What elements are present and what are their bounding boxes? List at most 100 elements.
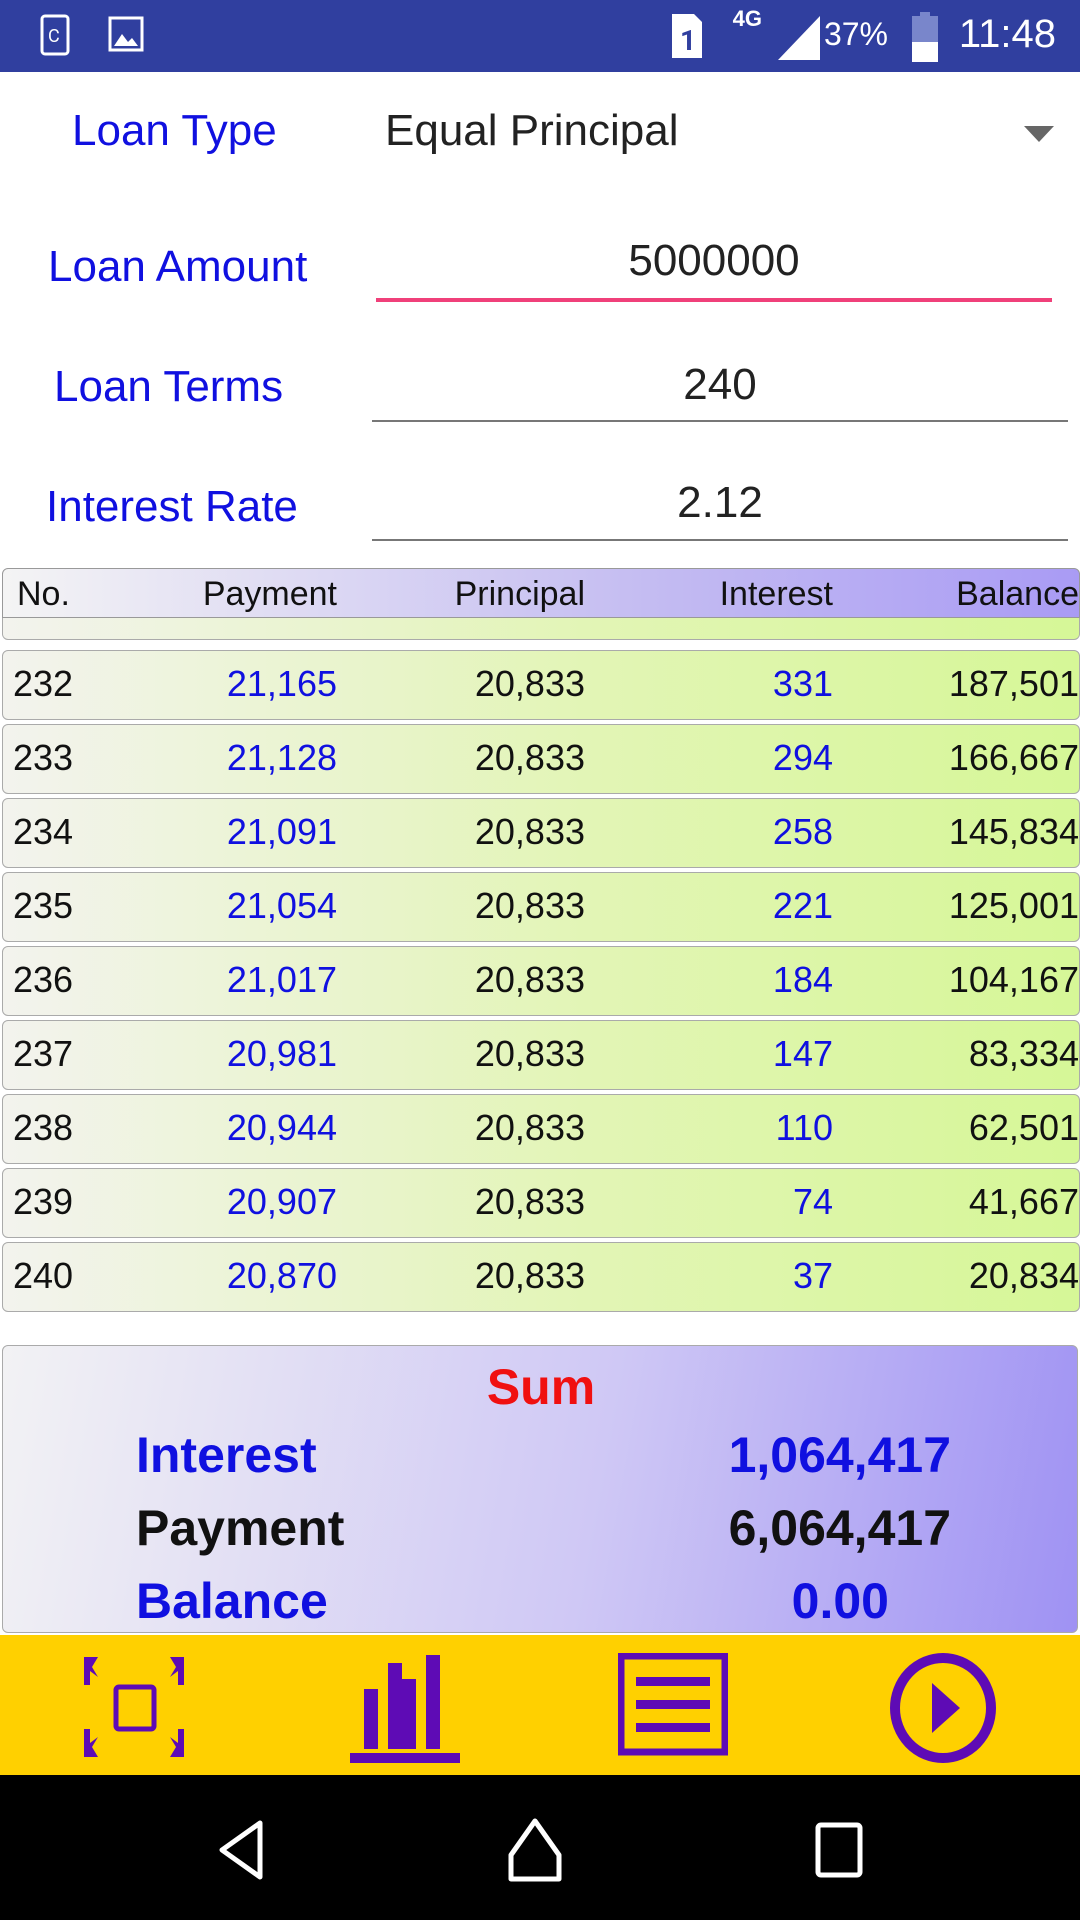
row-no: 233 — [13, 737, 74, 778]
header-principal: Principal — [454, 575, 585, 613]
row-interest: 184 — [772, 959, 833, 1000]
loan-terms-label: Loan Terms — [54, 362, 284, 411]
row-principal: 20,833 — [474, 663, 585, 704]
sim-icon: 1 — [672, 14, 702, 58]
sync-notification-icon: C — [40, 14, 70, 56]
loan-amount-value: 5000000 — [628, 236, 800, 285]
fullscreen-icon[interactable] — [80, 1653, 190, 1763]
svg-text:1: 1 — [680, 24, 696, 57]
table-row[interactable]: 240 20,870 20,833 37 20,834 — [2, 1242, 1080, 1312]
row-interest: 258 — [772, 811, 833, 852]
row-no: 239 — [13, 1181, 74, 1222]
row-no: 238 — [13, 1107, 74, 1148]
row-principal: 20,833 — [474, 1255, 585, 1296]
row-interest: 37 — [792, 1255, 833, 1296]
underline — [372, 539, 1068, 541]
list-icon[interactable] — [618, 1653, 728, 1763]
table-row[interactable]: 232 21,165 20,833 331 187,501 — [2, 650, 1080, 720]
home-icon[interactable] — [505, 1815, 565, 1885]
bottom-toolbar — [0, 1635, 1080, 1775]
sum-panel: Sum Interest 1,064,417 Payment 6,064,417… — [2, 1345, 1078, 1633]
sum-balance-value: 0.00 — [791, 1573, 889, 1629]
row-no: 232 — [13, 663, 74, 704]
sum-interest-label: Interest — [136, 1427, 317, 1483]
status-bar: C 1 4G 37% 11:48 — [0, 0, 1080, 72]
interest-rate-label: Interest Rate — [46, 482, 298, 531]
row-no: 234 — [13, 811, 74, 852]
loan-type-dropdown[interactable]: Equal Principal — [370, 100, 1070, 170]
amortization-table[interactable]: No. Payment Principal Interest Balance 2… — [2, 568, 1080, 1343]
back-icon[interactable] — [212, 1815, 272, 1885]
row-payment: 21,165 — [226, 663, 337, 704]
recent-apps-icon[interactable] — [810, 1815, 870, 1885]
play-icon[interactable] — [888, 1653, 998, 1763]
dropdown-arrow-icon — [1024, 126, 1054, 142]
header-payment: Payment — [202, 575, 337, 613]
network-type: 4G — [732, 6, 762, 31]
row-interest: 221 — [772, 885, 833, 926]
battery-icon — [912, 12, 938, 62]
row-principal: 20,833 — [474, 1033, 585, 1074]
sum-interest-value: 1,064,417 — [728, 1427, 951, 1483]
underline — [372, 420, 1068, 422]
table-row[interactable]: 234 21,091 20,833 258 145,834 — [2, 798, 1080, 868]
row-balance: 166,667 — [948, 737, 1079, 778]
sum-balance-label: Balance — [136, 1573, 328, 1629]
row-no: 236 — [13, 959, 74, 1000]
row-balance: 104,167 — [948, 959, 1079, 1000]
row-balance: 62,501 — [968, 1107, 1079, 1148]
loan-amount-label: Loan Amount — [48, 242, 308, 291]
row-principal: 20,833 — [474, 811, 585, 852]
row-balance: 41,667 — [968, 1181, 1079, 1222]
row-payment: 21,091 — [226, 811, 337, 852]
row-principal: 20,833 — [474, 959, 585, 1000]
table-row[interactable]: 236 21,017 20,833 184 104,167 — [2, 946, 1080, 1016]
row-interest: 147 — [772, 1033, 833, 1074]
row-principal: 20,833 — [474, 1107, 585, 1148]
row-payment: 20,907 — [226, 1181, 337, 1222]
header-no: No. — [17, 575, 70, 613]
table-row[interactable]: 238 20,944 20,833 110 62,501 — [2, 1094, 1080, 1164]
row-balance: 20,834 — [968, 1255, 1079, 1296]
sum-payment-value: 6,064,417 — [728, 1500, 951, 1556]
table-row[interactable]: 239 20,907 20,833 74 41,667 — [2, 1168, 1080, 1238]
loan-type-label: Loan Type — [72, 106, 277, 155]
row-principal: 20,833 — [474, 737, 585, 778]
row-interest: 331 — [772, 663, 833, 704]
table-header: No. Payment Principal Interest Balance — [2, 568, 1080, 618]
row-payment: 21,017 — [226, 959, 337, 1000]
bar-chart-icon[interactable] — [350, 1653, 460, 1763]
row-balance: 145,834 — [948, 811, 1079, 852]
clock: 11:48 — [958, 12, 1056, 56]
interest-rate-value: 2.12 — [677, 478, 763, 527]
table-row[interactable]: 237 20,981 20,833 147 83,334 — [2, 1020, 1080, 1090]
row-payment: 21,054 — [226, 885, 337, 926]
row-payment: 21,128 — [226, 737, 337, 778]
loan-type-value: Equal Principal — [385, 106, 679, 155]
row-no: 235 — [13, 885, 74, 926]
row-balance: 125,001 — [948, 885, 1079, 926]
row-payment: 20,944 — [226, 1107, 337, 1148]
loan-amount-input[interactable]: 5000000 — [376, 232, 1052, 304]
row-payment: 20,981 — [226, 1033, 337, 1074]
interest-rate-input[interactable]: 2.12 — [372, 470, 1068, 542]
row-interest: 110 — [775, 1107, 833, 1148]
row-principal: 20,833 — [474, 885, 585, 926]
row-interest: 74 — [792, 1181, 833, 1222]
row-balance: 83,334 — [968, 1033, 1079, 1074]
header-balance: Balance — [956, 575, 1079, 613]
table-row[interactable]: 233 21,128 20,833 294 166,667 — [2, 724, 1080, 794]
svg-text:C: C — [48, 26, 60, 47]
signal-icon — [778, 16, 820, 60]
image-notification-icon — [108, 16, 144, 52]
row-no: 237 — [13, 1033, 74, 1074]
header-interest: Interest — [719, 575, 833, 613]
navigation-bar — [0, 1775, 1080, 1920]
loan-terms-input[interactable]: 240 — [372, 352, 1068, 424]
sum-payment-label: Payment — [136, 1500, 345, 1556]
table-row[interactable]: 235 21,054 20,833 221 125,001 — [2, 872, 1080, 942]
focus-underline — [376, 298, 1052, 302]
row-interest: 294 — [772, 737, 833, 778]
row-no: 240 — [13, 1255, 74, 1296]
battery-percent: 37% — [823, 16, 888, 52]
